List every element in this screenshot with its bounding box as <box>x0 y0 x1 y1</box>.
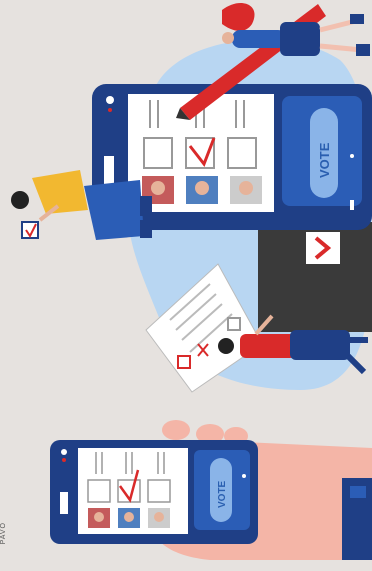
corner-caption: PAVO <box>0 522 7 545</box>
ballot-box-label <box>306 232 340 264</box>
small-phone: VOTE <box>50 440 258 544</box>
small-vote-label: VOTE <box>217 480 228 508</box>
large-vote-label: VOTE <box>317 142 332 178</box>
voting-illustration: VOTE VOTE <box>11 2 372 560</box>
